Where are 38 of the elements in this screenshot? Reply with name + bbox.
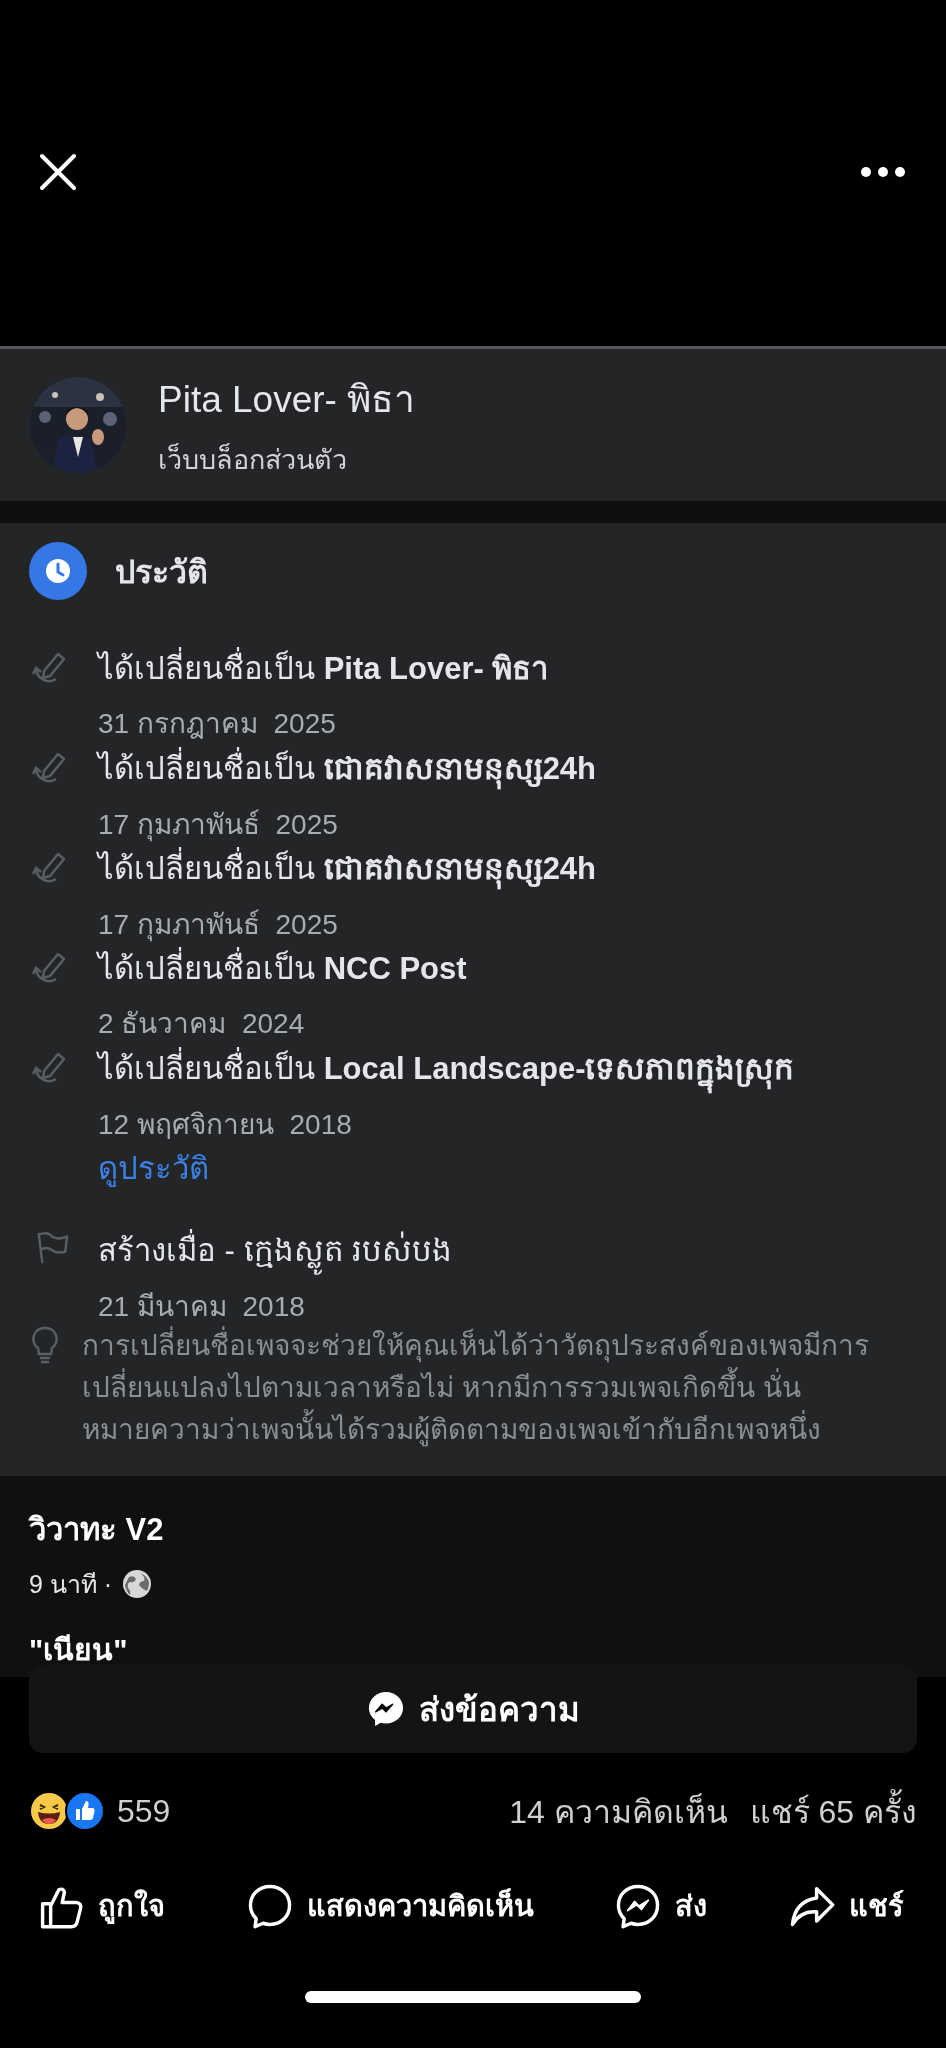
history-entry: ได้เปลี่ยนชื่อเป็น ជោគវាសនាមនុស្ស24h: [98, 843, 597, 894]
clock-icon: [29, 542, 87, 600]
entry-date: 17 กุมภาพันธ์ 2025: [98, 908, 339, 944]
comment-icon: [246, 1883, 293, 1929]
like-button[interactable]: ถูกใจ: [38, 1883, 165, 1929]
close-icon[interactable]: [38, 152, 78, 192]
entry-date: 21 มีนาคม 2018: [98, 1290, 306, 1324]
send-button[interactable]: ส่ง: [615, 1883, 708, 1929]
messenger-icon: [366, 1690, 405, 1728]
post-caption: "เนียน": [29, 1632, 129, 1668]
post-author[interactable]: วิวาทะ V2: [29, 1504, 946, 1554]
see-history-link[interactable]: ดูประวัติ: [98, 1143, 209, 1193]
history-entry: ได้เปลี่ยนชื่อเป็น NCC Post: [98, 943, 467, 993]
share-button[interactable]: แชร์: [788, 1883, 904, 1929]
globe-icon: [122, 1569, 153, 1599]
history-entry: ได้เปลี่ยนชื่อเป็น ជោគវាសនាមនុស្ស24h: [98, 743, 597, 794]
entry-date: 2 ธันวาคม 2024: [98, 1007, 306, 1041]
post-time: 9 นาที ·: [29, 1569, 113, 1600]
reaction-count[interactable]: 559: [117, 1792, 171, 1830]
messenger-icon: [615, 1883, 662, 1929]
entry-date: 31 กรกฎาคม 2025: [98, 707, 337, 741]
comment-count[interactable]: 14 ความคิดเห็น: [509, 1785, 728, 1837]
haha-reaction-icon: [29, 1791, 69, 1831]
history-entry: ได้เปลี่ยนชื่อเป็น Local Landscape-ទេសភាពក្នុងស្រុក: [98, 1043, 795, 1094]
like-reaction-icon: [65, 1791, 105, 1831]
page-name: Pita Lover- พิธา: [158, 378, 416, 422]
share-count[interactable]: แชร์ 65 ครั้ง: [749, 1785, 917, 1837]
hint-text: การเปลี่ยนชื่อเพจจะช่วยให้คุณเห็นได้ว่าวัตถุประสงค์ของเพจมีการเปลี่ยนแปลงไปตามเวลาหรือไม่ หากมีการรวมเพจเกิดขึ้น นั่นหมายความว่าเพจนั้นได้รวมผู้ติดตามของเพจเข้ากับอีกเพจหนึ่ง: [82, 1325, 910, 1451]
section-title: ประวัติ: [115, 552, 208, 592]
comment-button[interactable]: แสดงความคิดเห็น: [246, 1883, 534, 1929]
send-message-button[interactable]: ส่งข้อความ: [29, 1665, 917, 1753]
entry-date: 17 กุมภาพันธ์ 2025: [98, 808, 339, 844]
page-category: เว็บบล็อกส่วนตัว: [158, 442, 348, 477]
lightbulb-icon: [30, 1325, 60, 1365]
history-entry: สร้างเมื่อ - ក្មេងស្លូត របស់បង: [98, 1225, 453, 1276]
history-entry: ได้เปลี่ยนชื่อเป็น Pita Lover- พิธา: [98, 643, 549, 693]
entry-date: 12 พฤศจิกายน 2018: [98, 1108, 353, 1142]
more-icon[interactable]: [860, 166, 906, 178]
